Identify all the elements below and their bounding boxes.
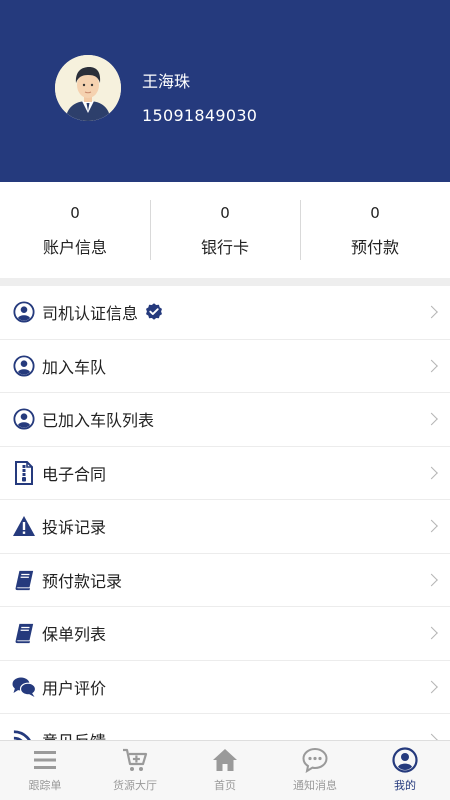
message-icon [302, 747, 328, 773]
menu-item-label: 加入车队 [42, 357, 107, 377]
stat-value: 0 [370, 204, 380, 222]
account-stats: 0 账户信息 0 银行卡 0 预付款 [0, 182, 450, 278]
chevron-right-icon [425, 412, 438, 426]
tab-label: 通知消息 [293, 779, 337, 792]
menu-item-join-fleet[interactable]: 加入车队 [0, 339, 450, 393]
chevron-right-icon [425, 626, 438, 640]
chevron-right-icon [425, 305, 438, 319]
avatar-image [55, 55, 121, 121]
menu-item-label: 司机认证信息 [42, 304, 139, 324]
tab-tracking[interactable]: 跟踪单 [0, 741, 90, 800]
stat-label: 银行卡 [200, 238, 249, 257]
menu-list: 司机认证信息 加入车队 已加入车队列表 电子合同 投诉记录 预付款记录 保单列表… [0, 286, 450, 740]
menu-item-feedback[interactable]: 意见反馈 [0, 714, 450, 740]
tab-label: 货源大厅 [113, 779, 157, 792]
rss-icon [12, 728, 36, 740]
menu-item-label: 用户评价 [42, 678, 107, 698]
profile-header: 王海珠 15091849030 [0, 0, 450, 182]
menu-item-joined-fleet-list[interactable]: 已加入车队列表 [0, 393, 450, 447]
tab-label: 我的 [394, 779, 416, 792]
avatar[interactable] [55, 55, 121, 121]
stat-bank-card[interactable]: 0 银行卡 [150, 182, 300, 278]
book-icon [12, 621, 36, 645]
contract-icon [12, 460, 36, 485]
stat-prepayment[interactable]: 0 预付款 [300, 182, 450, 278]
menu-item-user-reviews[interactable]: 用户评价 [0, 660, 450, 714]
stat-label: 预付款 [350, 238, 399, 257]
tab-mine[interactable]: 我的 [360, 741, 450, 800]
cart-plus-icon [123, 748, 148, 771]
menu-item-policy-list[interactable]: 保单列表 [0, 607, 450, 661]
menu-item-label: 意见反馈 [42, 728, 106, 740]
stat-label: 账户信息 [42, 238, 107, 257]
tab-label: 跟踪单 [28, 779, 62, 792]
menu-item-complaint-records[interactable]: 投诉记录 [0, 500, 450, 554]
person-circle-icon [12, 354, 36, 378]
menu-item-prepayment-records[interactable]: 预付款记录 [0, 553, 450, 607]
bottom-tab-bar: 跟踪单 货源大厅 首页 通知消息 我的 [0, 740, 450, 800]
chevron-right-icon [425, 519, 438, 533]
menu-item-label: 投诉记录 [42, 518, 107, 538]
section-divider [0, 278, 450, 286]
person-circle-icon [12, 407, 36, 431]
user-phone: 15091849030 [142, 106, 258, 125]
tab-home[interactable]: 首页 [180, 741, 270, 800]
tab-label: 首页 [214, 779, 236, 792]
menu-item-label: 保单列表 [42, 625, 107, 645]
menu-item-driver-certification[interactable]: 司机认证信息 [0, 286, 450, 340]
chevron-right-icon [425, 359, 438, 373]
stat-value: 0 [220, 204, 230, 222]
user-icon [392, 747, 418, 773]
menu-item-e-contract[interactable]: 电子合同 [0, 446, 450, 500]
stat-value: 0 [70, 204, 80, 222]
home-icon [213, 749, 237, 771]
user-name: 王海珠 [142, 72, 191, 91]
stat-account-info[interactable]: 0 账户信息 [0, 182, 150, 278]
chevron-right-icon [425, 466, 438, 480]
list-icon [34, 751, 56, 769]
menu-item-label: 预付款记录 [42, 571, 123, 591]
chevron-right-icon [425, 573, 438, 587]
chevron-right-icon [425, 680, 438, 694]
menu-item-label: 已加入车队列表 [42, 411, 155, 431]
verified-check-icon [144, 302, 164, 322]
book-icon [12, 568, 36, 592]
tab-cargo-hall[interactable]: 货源大厅 [90, 741, 180, 800]
tab-notifications[interactable]: 通知消息 [270, 741, 360, 800]
chat-bubbles-icon [12, 675, 36, 699]
warning-icon [12, 514, 36, 538]
person-circle-icon [12, 300, 36, 324]
menu-item-label: 电子合同 [42, 464, 107, 484]
